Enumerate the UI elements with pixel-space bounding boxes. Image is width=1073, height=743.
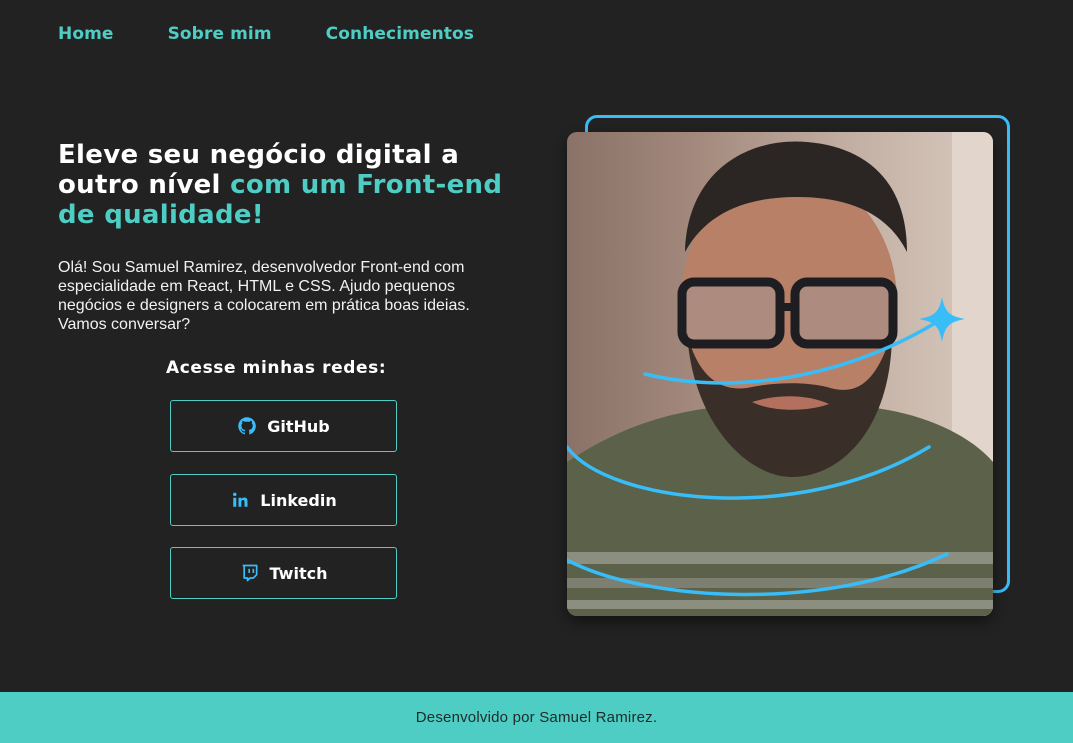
nav-sobre-mim-link[interactable]: Sobre mim [168,24,272,44]
linkedin-button[interactable]: Linkedin [170,474,397,526]
twitch-label: Twitch [269,563,328,583]
socials-title: Acesse minhas redes: [166,358,387,378]
linkedin-label: Linkedin [260,490,337,510]
profile-photo-illustration [567,132,993,616]
shirt-stripe [567,600,993,609]
nav-home-link[interactable]: Home [58,24,114,44]
nav-conhecimentos-link[interactable]: Conhecimentos [326,24,474,44]
top-nav: Home Sobre mim Conhecimentos [58,24,528,44]
github-icon [237,416,257,436]
github-button[interactable]: GitHub [170,400,397,452]
linkedin-icon [230,490,250,510]
profile-photo [567,132,993,616]
hero-intro-text: Olá! Sou Samuel Ramirez, desenvolvedor F… [58,259,470,333]
hero-headline: Eleve seu negócio digital a outro nível … [58,140,508,230]
hero-intro: Eleve seu negócio digital a outro nível … [58,140,508,599]
github-label: GitHub [267,416,330,436]
glasses-left-lens [677,277,785,349]
page: Home Sobre mim Conhecimentos Eleve seu n… [0,0,1073,743]
glasses-right-lens [790,277,898,349]
twitch-icon [240,563,260,583]
twitch-button[interactable]: Twitch [170,547,397,599]
footer: Desenvolvido por Samuel Ramirez. [0,692,1073,743]
footer-credit: Desenvolvido por Samuel Ramirez. [415,709,658,726]
